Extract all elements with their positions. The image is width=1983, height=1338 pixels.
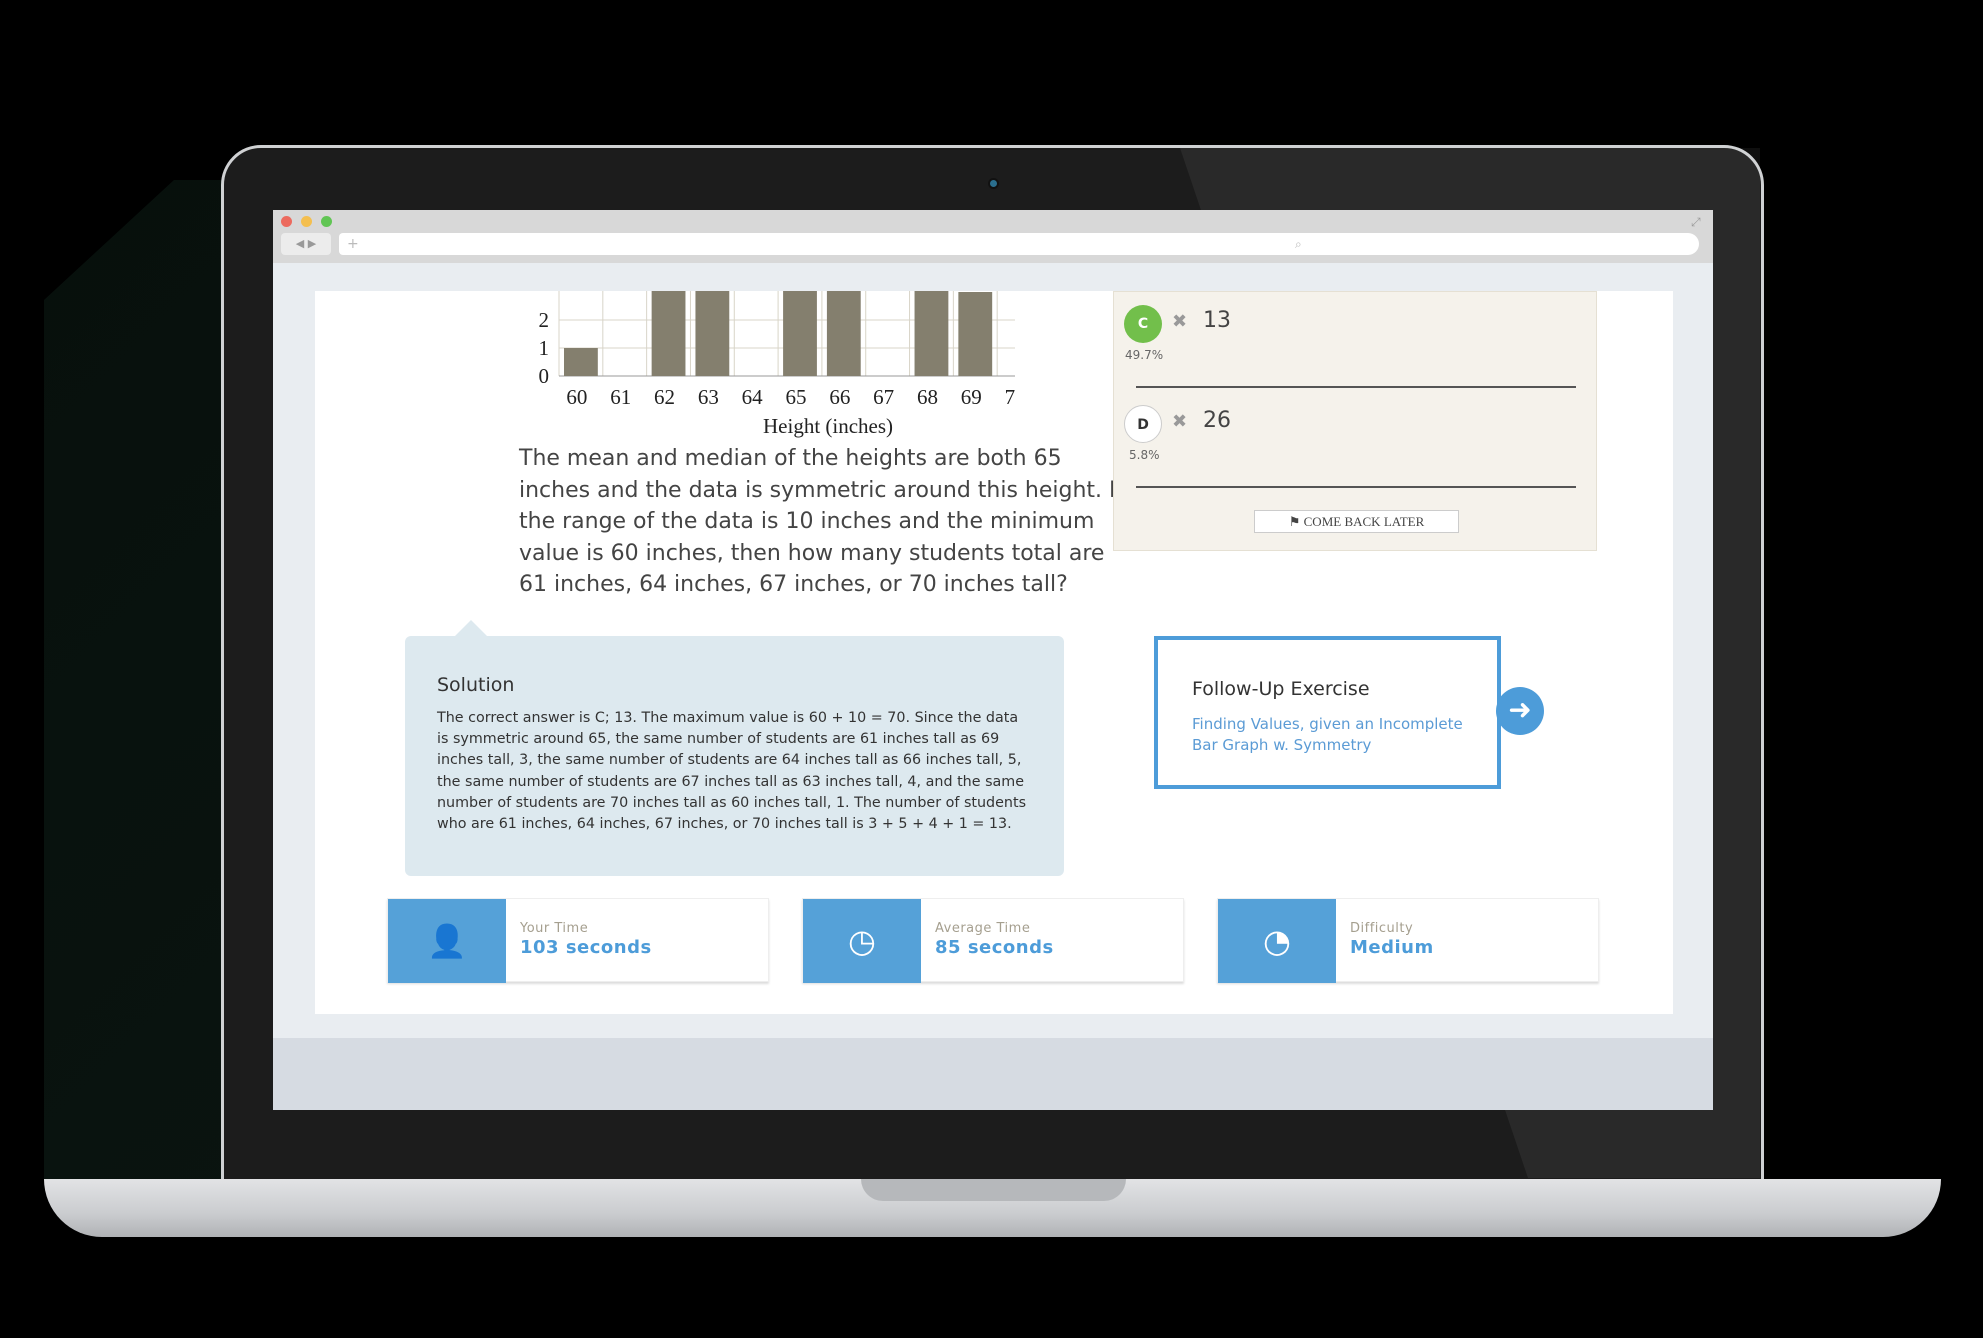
bar-63 (695, 291, 730, 376)
flag-icon: ⚑ (1288, 514, 1304, 529)
stat-value: Medium (1350, 937, 1434, 958)
stat-card-average-time: ◷ Average Time 85 seconds (802, 898, 1184, 983)
solution-title: Solution (437, 674, 515, 696)
x-tick-label: 66 (829, 385, 850, 409)
stat-value: 103 seconds (520, 937, 652, 958)
answer-d-value[interactable]: 26 (1203, 408, 1231, 433)
search-icon: ⌕ (1295, 237, 1302, 251)
divider (1136, 386, 1576, 388)
answer-c-badge[interactable]: C (1124, 305, 1162, 343)
x-tick-label: 67 (873, 385, 894, 409)
answer-panel: C ✖ 13 49.7% D ✖ 26 5.8% ⚑ COME BACK LAT… (1113, 291, 1597, 551)
stat-label: Average Time (935, 921, 1031, 936)
x-axis-label: Height (inches) (763, 414, 894, 438)
y-tick-label: 2 (539, 308, 550, 332)
y-tick-label: 1 (539, 336, 550, 360)
follow-up-title: Follow-Up Exercise (1192, 678, 1370, 700)
x-tick-label: 70 (1005, 385, 1015, 409)
x-tick-label: 64 (742, 385, 764, 409)
solution-box: Solution The correct answer is C; 13. Th… (405, 620, 1064, 876)
answer-d-percent: 5.8% (1129, 448, 1160, 462)
camera (988, 178, 999, 189)
back-forward-buttons[interactable]: ◀ ▶ (281, 233, 331, 255)
y-tick-label: 0 (539, 364, 550, 388)
x-tick-label: 61 (610, 385, 631, 409)
x-tick-label: 65 (786, 385, 807, 409)
close-window-button[interactable] (281, 216, 292, 227)
bar-62 (651, 291, 686, 376)
stat-card-your-time: 👤 Your Time 103 seconds (387, 898, 769, 983)
follow-up-card: Follow-Up Exercise Finding Values, given… (1154, 636, 1501, 789)
bar-chart: 0 1 2 60 61 62 63 64 65 66 67 68 69 70 (539, 291, 1015, 409)
stat-label: Difficulty (1350, 921, 1414, 936)
callout-pointer (455, 620, 487, 636)
follow-up-link[interactable]: Finding Values, given an Incomplete Bar … (1192, 714, 1463, 756)
solution-text: The correct answer is C; 13. The maximum… (437, 710, 1027, 833)
x-tick-label: 69 (961, 385, 982, 409)
question-text: The mean and median of the heights are b… (519, 446, 1124, 598)
stat-card-difficulty: ◔ Difficulty Medium (1217, 898, 1599, 983)
browser-toolbar: ◀ ▶ + ⌕ ⤢ (273, 210, 1713, 263)
bar-60 (564, 348, 598, 376)
bar-69 (958, 292, 993, 376)
laptop-notch (861, 1179, 1126, 1201)
answer-c-value[interactable]: 13 (1203, 308, 1231, 333)
search-bar[interactable]: ⌕ (1285, 233, 1699, 255)
arrow-right-icon[interactable]: ➜ (1496, 687, 1544, 735)
come-back-later-button[interactable]: ⚑ COME BACK LATER (1254, 510, 1459, 533)
answer-d-badge[interactable]: D (1124, 405, 1162, 443)
x-tick-label: 63 (698, 385, 719, 409)
stat-label: Your Time (520, 921, 589, 936)
x-tick-label: 60 (566, 385, 587, 409)
page-content: 0 1 2 60 61 62 63 64 65 66 67 68 69 70 Height (inches… (315, 291, 1673, 1014)
stat-value: 85 seconds (935, 937, 1054, 958)
bar-68 (914, 291, 949, 376)
clock-icon: ◷ (803, 899, 921, 983)
screen-bottom-area (273, 1038, 1713, 1110)
divider (1136, 486, 1576, 488)
bar-66 (826, 291, 861, 376)
minimize-window-button[interactable] (301, 216, 312, 227)
close-icon: ✖ (1172, 311, 1188, 332)
maximize-window-button[interactable] (321, 216, 332, 227)
user-icon: 👤 (388, 899, 506, 983)
x-tick-label: 62 (654, 385, 675, 409)
answer-c-percent: 49.7% (1125, 348, 1164, 362)
close-icon: ✖ (1172, 411, 1188, 432)
expand-icon[interactable]: ⤢ (1691, 215, 1701, 230)
speedometer-icon: ◔ (1218, 899, 1336, 983)
x-tick-label: 68 (917, 385, 938, 409)
bar-65 (783, 291, 817, 376)
laptop-screen: ◀ ▶ + ⌕ ⤢ 0 1 2 60 61 62 63 64 65 66 67 68 69 70 Heig… (273, 210, 1713, 1110)
